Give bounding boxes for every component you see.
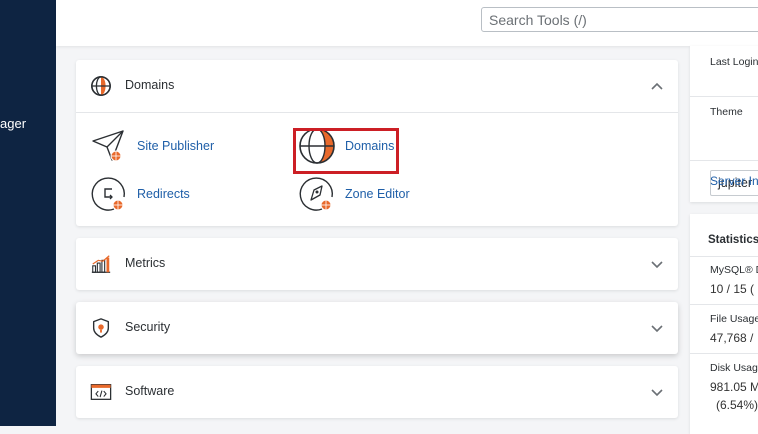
file-usage-value: 47,768 / — [710, 331, 754, 345]
mysql-databases-value: 10 / 15 ( — [710, 282, 755, 296]
statistics-title: Statistics — [708, 234, 758, 246]
panel-divider — [690, 96, 758, 97]
domains-section-header[interactable]: Domains — [76, 60, 678, 112]
nav-item-manager[interactable]: ager — [0, 116, 26, 131]
statistics-panel: Statistics MySQL® D 10 / 15 ( File Usage… — [690, 214, 758, 434]
chevron-up-icon[interactable] — [650, 79, 664, 93]
mysql-databases-label: MySQL® D — [710, 264, 758, 276]
top-header — [56, 0, 758, 46]
bar-chart-icon — [91, 255, 111, 273]
tool-site-publisher[interactable]: Site Publisher — [90, 127, 214, 165]
disk-usage-percent: (6.54%) — [716, 398, 758, 412]
tool-label: Zone Editor — [345, 187, 410, 201]
highlight-box — [293, 128, 399, 174]
tool-zone-editor[interactable]: Zone Editor — [298, 175, 410, 213]
last-login-label: Last Login — [710, 56, 758, 68]
rocket-globe-icon — [299, 177, 333, 211]
tool-label: Site Publisher — [137, 139, 215, 153]
globe-icon — [91, 76, 111, 96]
metrics-section-header[interactable]: Metrics — [76, 238, 678, 290]
security-section-header[interactable]: Security — [76, 302, 678, 354]
panel-divider — [690, 353, 758, 354]
domains-section-title: Domains — [125, 78, 175, 92]
chevron-down-icon[interactable] — [650, 321, 664, 335]
server-info-link[interactable]: Server In — [710, 174, 758, 188]
panel-divider — [690, 256, 758, 257]
metrics-section-title: Metrics — [125, 256, 166, 270]
theme-label: Theme — [710, 106, 743, 118]
search-tools-input[interactable] — [481, 7, 758, 32]
general-info-panel: Last Login Theme jupiter Server In — [690, 46, 758, 202]
left-navigation: ager — [0, 0, 56, 426]
tool-redirects[interactable]: Redirects — [90, 175, 190, 213]
redirect-arrow-globe-icon — [91, 177, 125, 211]
software-section-title: Software — [125, 384, 175, 398]
metrics-section: Metrics — [76, 238, 678, 290]
chevron-down-icon[interactable] — [650, 257, 664, 271]
chevron-down-icon[interactable] — [650, 385, 664, 399]
panel-divider — [690, 160, 758, 161]
security-section-title: Security — [125, 320, 171, 334]
disk-usage-value: 981.05 M — [710, 380, 758, 394]
tool-label: Redirects — [137, 187, 190, 201]
domains-section: Domains Site Publisher Domains Redirects… — [76, 60, 678, 226]
file-usage-label: File Usage — [710, 313, 758, 325]
code-window-icon — [90, 384, 112, 400]
software-section-header[interactable]: Software — [76, 366, 678, 418]
security-section: Security — [76, 302, 678, 354]
section-divider — [76, 112, 678, 113]
paper-plane-globe-icon — [92, 130, 124, 162]
panel-divider — [690, 304, 758, 305]
shield-icon — [92, 318, 110, 338]
software-section: Software — [76, 366, 678, 418]
disk-usage-label: Disk Usag — [710, 362, 758, 374]
